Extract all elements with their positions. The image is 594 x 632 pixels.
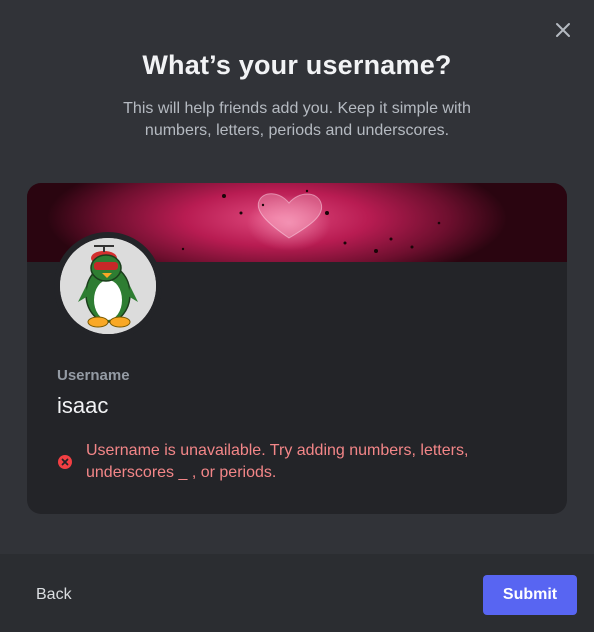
error-circle-icon — [57, 454, 73, 470]
error-message: Username is unavailable. Try adding numb… — [86, 442, 469, 481]
avatar-ring — [54, 232, 162, 340]
modal-subtitle: This will help friends add you. Keep it … — [123, 100, 471, 139]
back-button[interactable]: Back — [36, 586, 72, 604]
modal-body: What’s your username? This will help fri… — [0, 0, 594, 554]
close-icon — [556, 23, 570, 37]
close-button[interactable] — [554, 21, 572, 39]
modal-footer: Back Submit — [0, 554, 594, 632]
penguin-avatar-image — [60, 238, 156, 334]
profile-card: Username isaac Username is unavailable. … — [27, 183, 567, 514]
modal-title: What’s your username? — [142, 50, 452, 80]
avatar — [60, 238, 156, 334]
submit-button[interactable]: Submit — [483, 575, 577, 615]
username-error: Username is unavailable. Try adding numb… — [57, 440, 527, 484]
username-label: Username — [57, 367, 130, 384]
username-value[interactable]: isaac — [57, 393, 108, 419]
